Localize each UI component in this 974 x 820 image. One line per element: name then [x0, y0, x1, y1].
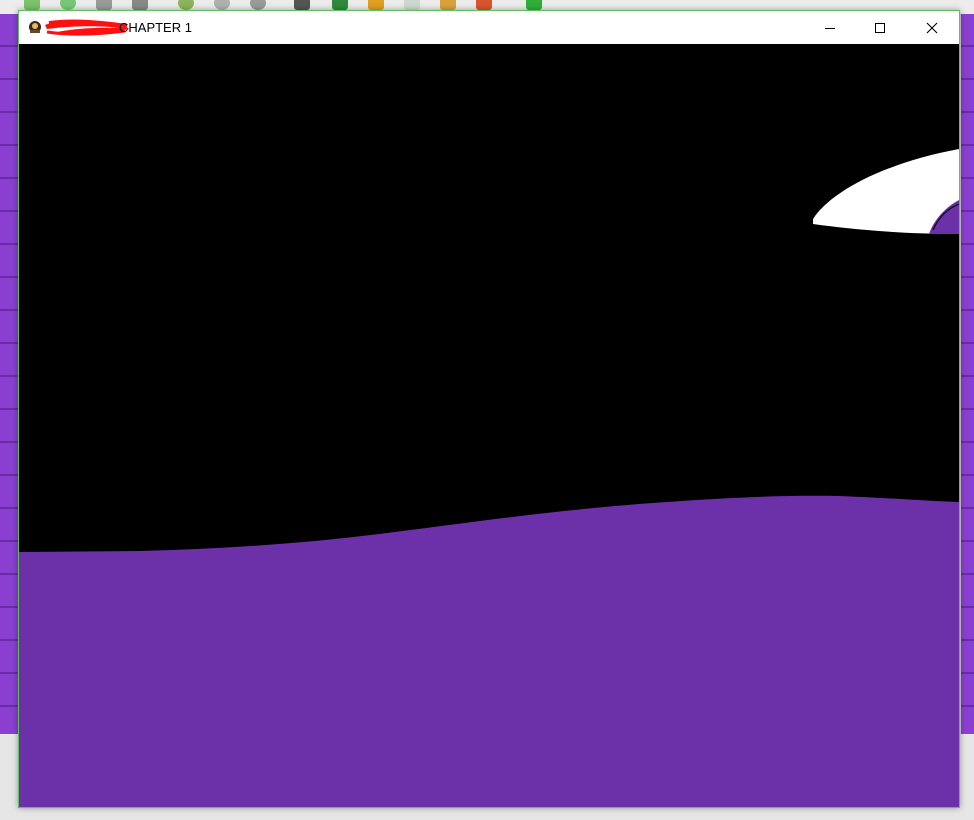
toolbar-icon[interactable] — [476, 0, 492, 10]
toolbar-icon[interactable] — [132, 0, 148, 10]
toolbar-icon[interactable] — [368, 0, 384, 10]
background-editor-panel-left — [0, 14, 18, 734]
minimize-button[interactable] — [807, 11, 853, 44]
game-canvas[interactable] — [19, 44, 959, 807]
run-icon[interactable] — [526, 0, 542, 10]
toolbar-icon[interactable] — [440, 0, 456, 10]
redaction-scribble — [45, 19, 129, 36]
close-icon — [926, 22, 938, 33]
toolbar-icon[interactable] — [404, 0, 420, 10]
toolbar-icon[interactable] — [96, 0, 112, 10]
background-editor-panel-right — [961, 14, 974, 734]
maximize-icon — [875, 22, 885, 33]
toolbar-icon[interactable] — [332, 0, 348, 10]
toolbar-icon[interactable] — [178, 0, 194, 10]
toolbar-icon[interactable] — [24, 0, 40, 10]
toolbar-icon[interactable] — [60, 0, 76, 10]
window-title: CHAPTER 1 — [119, 20, 192, 35]
toolbar-icon[interactable] — [214, 0, 230, 10]
maximize-button[interactable] — [857, 11, 903, 44]
close-button[interactable] — [909, 11, 955, 44]
toolbar-icon[interactable] — [250, 0, 266, 10]
game-window[interactable]: CHAPTER 1 — [18, 10, 960, 808]
toolbar-icon[interactable] — [294, 0, 310, 10]
minimize-icon — [825, 27, 835, 29]
title-bar[interactable]: CHAPTER 1 — [19, 11, 959, 44]
game-scene — [19, 44, 959, 807]
